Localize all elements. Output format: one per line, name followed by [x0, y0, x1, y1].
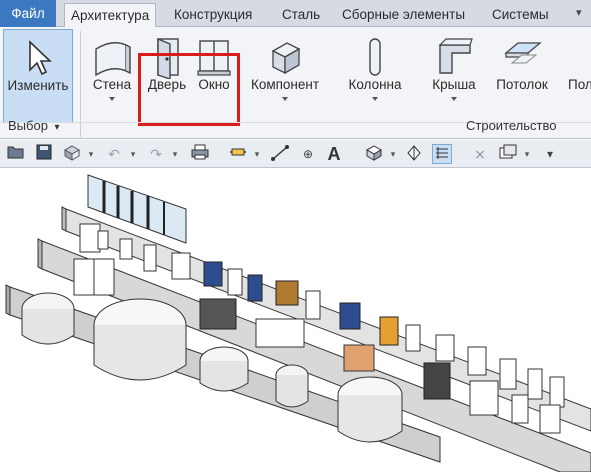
3d-viewport[interactable]: [0, 169, 591, 472]
redo-dropdown-icon[interactable]: ▾: [170, 144, 180, 164]
roof-label: Крыша: [432, 77, 476, 92]
customize-icon[interactable]: ▾: [540, 144, 560, 164]
tab-structure[interactable]: Конструкция: [168, 3, 258, 27]
column-button[interactable]: Колонна: [342, 29, 408, 123]
modify-button[interactable]: Изменить: [3, 29, 73, 123]
switch-windows-dropdown-icon[interactable]: ▾: [522, 144, 532, 164]
wall-icon: [95, 42, 131, 77]
roof-dropdown-icon[interactable]: [451, 97, 457, 101]
thin-lines-icon[interactable]: [432, 144, 452, 164]
select-panel-label[interactable]: Выбор ▾: [8, 118, 60, 133]
switch-windows-icon[interactable]: [498, 144, 518, 164]
tab-steel[interactable]: Сталь: [276, 3, 326, 27]
wall-button[interactable]: Стена: [86, 29, 138, 123]
ribbon-tab-bar: Файл Архитектура Конструкция Сталь Сборн…: [0, 0, 591, 28]
wall-dropdown-icon[interactable]: [109, 97, 115, 101]
wall-label: Стена: [92, 77, 132, 92]
component-icon: [271, 42, 301, 75]
measure-dropdown-icon[interactable]: ▾: [252, 144, 262, 164]
section-icon[interactable]: [404, 144, 424, 164]
ceiling-icon: [504, 42, 542, 64]
roof-icon: [438, 38, 473, 74]
tab-precast[interactable]: Сборные элементы: [336, 3, 471, 27]
modify-label: Изменить: [7, 78, 69, 93]
undo-dropdown-icon[interactable]: ▾: [128, 144, 138, 164]
sync-dropdown-icon[interactable]: ▾: [86, 144, 96, 164]
tab-systems[interactable]: Системы: [486, 3, 555, 27]
floor-button[interactable]: Пол: [562, 29, 591, 123]
tab-file[interactable]: Файл: [0, 0, 56, 27]
undo-icon[interactable]: ↶: [104, 144, 124, 164]
select-panel-dropdown-icon[interactable]: ▾: [55, 122, 60, 133]
3d-view-icon[interactable]: [364, 144, 384, 164]
ribbon-panel: Изменить Стена Дверь Окно Компонент Коло…: [0, 27, 591, 139]
sync-icon[interactable]: [62, 144, 82, 164]
3d-view-dropdown-icon[interactable]: ▾: [388, 144, 398, 164]
close-hidden-icon[interactable]: ⨯: [470, 144, 490, 164]
component-dropdown-icon[interactable]: [282, 97, 288, 101]
door-window-highlight-frame: [138, 53, 240, 126]
text-icon[interactable]: A: [324, 144, 344, 164]
select-panel-text: Выбор: [8, 118, 48, 133]
component-label: Компонент: [250, 77, 320, 92]
dimension-icon[interactable]: [270, 144, 290, 164]
ceiling-button[interactable]: Потолок: [490, 29, 554, 123]
tab-bar-dropdown-icon[interactable]: ▾: [576, 6, 582, 19]
cursor-arrow-icon: [29, 40, 53, 76]
tab-architecture[interactable]: Архитектура: [64, 3, 157, 28]
column-icon: [369, 38, 381, 76]
redo-icon[interactable]: ↷: [146, 144, 166, 164]
component-button[interactable]: Компонент: [244, 29, 326, 123]
print-icon[interactable]: [190, 144, 210, 164]
quick-access-toolbar: ▾ ↶ ▾ ↷ ▾ ▾ ⊕ A ▾ ⨯ ▾ ▾: [0, 140, 591, 168]
roof-button[interactable]: Крыша: [425, 29, 483, 123]
3d-model-view[interactable]: [0, 169, 591, 472]
open-icon[interactable]: [6, 144, 26, 164]
tag-icon[interactable]: ⊕: [298, 144, 318, 164]
column-label: Колонна: [348, 77, 402, 92]
measure-icon[interactable]: [228, 144, 248, 164]
ceiling-label: Потолок: [496, 77, 548, 92]
build-panel-label: Строительство: [466, 118, 557, 133]
save-icon[interactable]: [34, 144, 54, 164]
column-dropdown-icon[interactable]: [372, 97, 378, 101]
floor-label: Пол: [568, 77, 591, 92]
